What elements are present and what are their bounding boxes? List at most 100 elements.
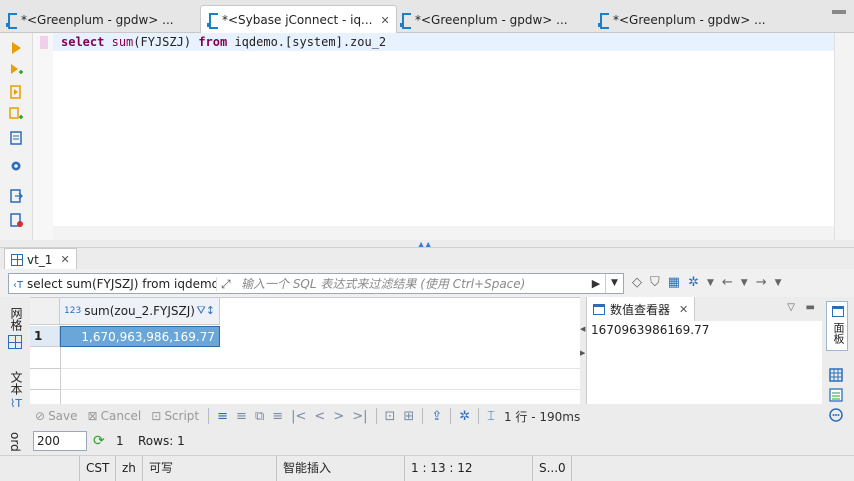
viewer-minimize-icon[interactable]: ▬ (806, 302, 815, 313)
save-button[interactable]: ⊘ Save (30, 409, 83, 423)
fetch-all-icon[interactable]: ⊞ (399, 409, 418, 424)
apply-filter-icon[interactable]: ▶ (587, 277, 605, 290)
sql-editor[interactable]: select sum(FYJSZJ) from iqdemo.[system].… (0, 33, 854, 240)
collapse-right-icon[interactable]: ▶ (580, 349, 585, 357)
cancel-x-icon: ⊠ (87, 409, 98, 423)
edit-cell-icon[interactable]: ≡ (213, 409, 232, 424)
back-icon[interactable]: ← (722, 275, 733, 290)
refresh-icon[interactable]: ⟳ (93, 433, 105, 449)
rownum-row-line (30, 368, 60, 369)
filter-settings-icon[interactable]: ⛉ (650, 275, 660, 290)
panels-toggle[interactable]: 面板 (826, 301, 848, 351)
column-header-sum[interactable]: 123 sum(zou_2.FYJSZJ) ⛛↕ (60, 298, 220, 325)
execute-statement-icon[interactable] (9, 41, 23, 55)
close-value-viewer-icon[interactable]: ✕ (679, 303, 688, 316)
status-selection: S...0 (532, 456, 572, 481)
result-cell-selected[interactable]: 1,670,963,986,169.77 (60, 326, 220, 347)
add-row-icon[interactable]: ≡ (232, 409, 251, 424)
value-viewer-tab[interactable]: 数值查看器 ✕ (587, 297, 696, 321)
cancel-label: Cancel (100, 409, 142, 423)
close-results-tab-icon[interactable]: ✕ (60, 253, 69, 266)
value-viewer-content[interactable]: 1670963986169.77 (591, 323, 709, 337)
next-page-icon[interactable]: > (329, 409, 348, 424)
result-limit-input[interactable]: 200 (33, 431, 87, 451)
script-button[interactable]: ⊡ Script (146, 409, 204, 423)
fetch-mode-icon[interactable]: ✲ (688, 275, 699, 290)
text-view-icon[interactable]: ⌇T (10, 397, 22, 410)
settings-gear-icon[interactable] (9, 159, 23, 173)
editor-horizontal-scrollbar[interactable] (53, 226, 834, 240)
value-viewer-icon (593, 303, 605, 315)
fetch-mode-dropdown-icon[interactable]: ▼ (707, 278, 714, 288)
copy-row-icon[interactable]: ⧉ (251, 409, 268, 424)
status-timezone: CST (79, 456, 115, 481)
sql-function-arg: (FYJSZJ) (133, 35, 199, 49)
filter-history-dropdown-icon[interactable]: ▼ (605, 274, 623, 293)
sql-keyword-select: select (61, 35, 105, 49)
editor-tab-3[interactable]: *<Greenplum - gpdw> ... (394, 6, 574, 33)
last-page-icon[interactable]: >| (348, 409, 371, 424)
sort-filter-icon[interactable]: ⛛↕ (197, 304, 215, 318)
calc-icon[interactable] (828, 387, 844, 403)
panels-icon (832, 306, 844, 317)
row-number-1[interactable]: 1 (30, 326, 60, 347)
status-mode: 可写 (142, 456, 276, 481)
results-tab-vt1[interactable]: vt_1 ✕ (4, 248, 77, 270)
rows-label: Rows: 1 (138, 434, 185, 448)
filter-placeholder[interactable]: 输入一个 SQL 表达式来过滤结果 (使用 Ctrl+Space) (241, 275, 587, 292)
text-view-tab[interactable]: 文本 (8, 371, 25, 395)
filter-input-box[interactable]: ‹T select sum(FYJSZJ) from iqdemo ⤢ 输入一个… (8, 273, 624, 294)
viewer-menu-icon[interactable]: ▽ (787, 302, 795, 313)
forward-icon[interactable]: → (756, 275, 767, 290)
back-dropdown-icon[interactable]: ▼ (741, 278, 748, 288)
active-query-label: ‹T select sum(FYJSZJ) from iqdemo (9, 276, 217, 291)
dots-circle-icon[interactable] (828, 407, 844, 423)
value-viewer-title: 数值查看器 (610, 302, 671, 317)
execute-script-icon[interactable] (9, 85, 23, 99)
grid-view-tab[interactable]: 网格 (8, 307, 25, 331)
editor-tab-3-label: *<Greenplum - gpdw> ... (415, 12, 568, 27)
minimize-icon[interactable] (832, 10, 846, 14)
record-label: ord (8, 432, 22, 452)
export-icon[interactable] (9, 189, 23, 203)
results-settings-icon[interactable]: ✲ (455, 409, 474, 424)
export-results-icon[interactable]: ⇪ (427, 409, 446, 424)
execute-new-tab-icon[interactable] (9, 63, 23, 77)
execute-script-new-tabs-icon[interactable] (9, 107, 23, 121)
close-tab-icon[interactable]: ✕ (381, 14, 390, 27)
value-viewer-panel: 数值查看器 ✕ ▽ ▬ 1670963986169.77 (586, 297, 823, 404)
value-viewer-tabbar: 数值查看器 ✕ ▽ ▬ (587, 297, 823, 321)
explain-plan-icon[interactable] (9, 131, 23, 145)
rownum-column-separator (60, 347, 61, 405)
row-number-header[interactable] (30, 298, 60, 325)
rows-count-icon: ⌶ (487, 408, 495, 424)
numeric-type-icon: 123 (64, 306, 82, 316)
editor-tab-2-active[interactable]: *<Sybase jConnect - iq... ✕ (200, 5, 397, 34)
grid-view-icon[interactable] (8, 335, 22, 349)
filter-config-icon[interactable]: ▦ (668, 275, 680, 290)
forward-dropdown-icon[interactable]: ▼ (775, 278, 782, 288)
sql-editor-icon (400, 12, 411, 29)
fetch-next-icon[interactable]: ⊡ (381, 409, 400, 424)
editor-tab-4[interactable]: *<Greenplum - gpdw> ... (592, 6, 772, 33)
clear-filter-icon[interactable]: ◇ (632, 275, 642, 290)
cancel-button[interactable]: ⊠ Cancel (83, 409, 147, 423)
editor-tab-1[interactable]: *<Greenplum - gpdw> ... (0, 6, 180, 33)
expand-filter-icon[interactable]: ⤢ (221, 277, 237, 291)
sql-code-line[interactable]: select sum(FYJSZJ) from iqdemo.[system].… (53, 33, 834, 51)
results-grid[interactable]: 123 sum(zou_2.FYJSZJ) ⛛↕ 1 1,670,963,986… (30, 297, 580, 405)
save-check-icon: ⊘ (35, 409, 46, 423)
collapse-left-icon[interactable]: ◀ (580, 325, 585, 333)
editor-vertical-scrollbar[interactable] (834, 33, 854, 240)
editor-ruler (33, 33, 53, 240)
sql-keyword-from: from (198, 35, 228, 49)
results-action-toolbar: ⊘ Save ⊠ Cancel ⊡ Script ≡ ≡ ⧉ ≡ |< < > >| … (30, 404, 820, 428)
previous-page-icon[interactable]: < (310, 409, 329, 424)
sql-editor-icon (6, 12, 17, 29)
toolbar-separator (422, 408, 424, 424)
delete-row-icon[interactable]: ≡ (268, 409, 287, 424)
editor-tab-bar: *<Greenplum - gpdw> ... *<Sybase jConnec… (0, 0, 854, 34)
first-page-icon[interactable]: |< (287, 409, 310, 424)
load-script-icon[interactable] (9, 213, 23, 227)
grid-layout-icon[interactable] (828, 367, 844, 383)
